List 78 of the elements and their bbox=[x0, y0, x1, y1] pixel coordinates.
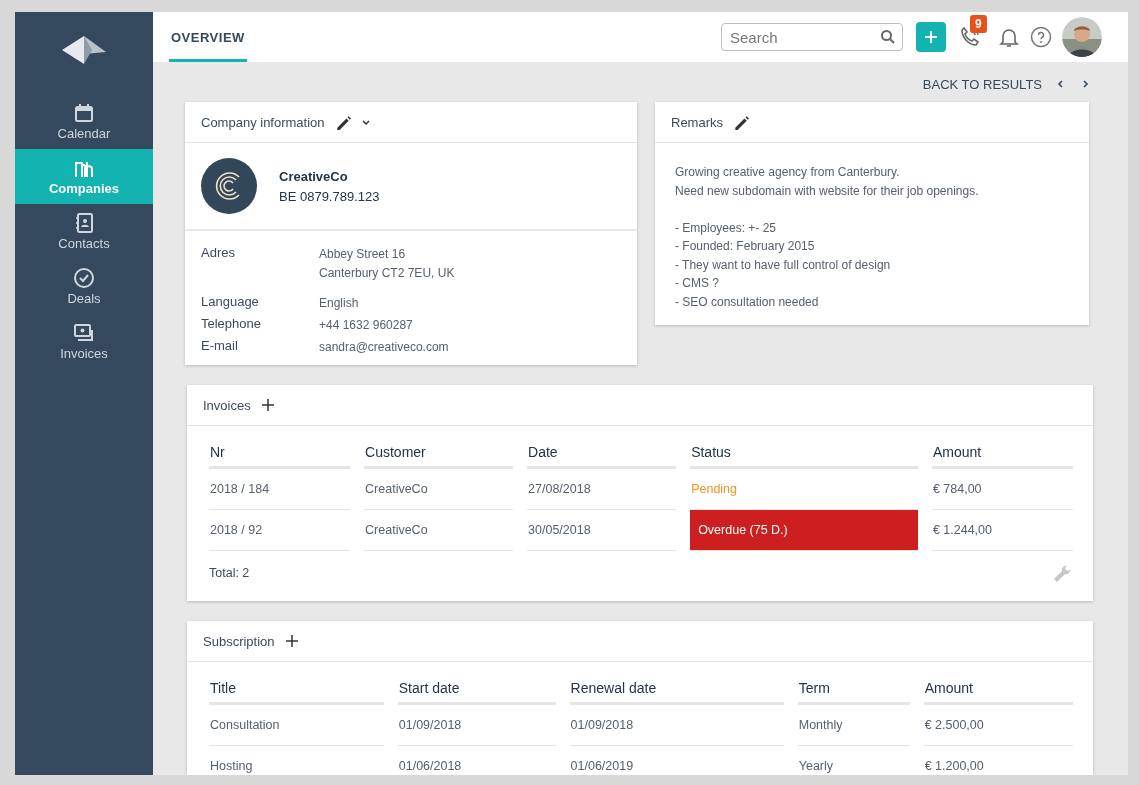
pencil-icon[interactable] bbox=[733, 114, 749, 130]
field-label: E-mail bbox=[201, 338, 239, 355]
vat-number: BE 0879.789.123 bbox=[279, 188, 380, 204]
column-header: Start date bbox=[397, 672, 556, 705]
tab[interactable]: OVERVIEW bbox=[169, 12, 247, 62]
notification-badge: 9 bbox=[970, 15, 987, 33]
table-cell: CreativeCo bbox=[364, 469, 514, 510]
table-cell: 2018 / 184 bbox=[209, 469, 351, 510]
field-value: English bbox=[319, 295, 360, 312]
chevron-down-icon[interactable] bbox=[360, 117, 371, 127]
table-cell: € 1.244,00 bbox=[931, 510, 1073, 551]
plus-icon[interactable] bbox=[260, 398, 275, 412]
card-title: Subscription bbox=[203, 633, 275, 649]
sidebar-item[interactable]: Contacts bbox=[15, 204, 153, 259]
field-label: Telephone bbox=[201, 316, 262, 333]
table-cell: 01/09/2018 bbox=[397, 705, 556, 746]
back-link[interactable]: BACK TO RESULTS bbox=[922, 76, 1042, 92]
field-value: sandra@creativeco.com bbox=[319, 339, 450, 356]
sidebar-item[interactable]: Invoices bbox=[15, 314, 153, 369]
table-cell: 30/05/2018 bbox=[527, 510, 677, 551]
field-value: Abbey Street 16 bbox=[319, 246, 407, 263]
sidebar-item[interactable]: Deals bbox=[15, 259, 153, 314]
chevron-left-icon[interactable] bbox=[1056, 79, 1066, 89]
table-cell: € 2.500,00 bbox=[923, 705, 1073, 746]
plus-icon bbox=[924, 30, 938, 44]
banknote-icon bbox=[73, 322, 95, 344]
table-cell: Hosting bbox=[209, 746, 384, 775]
total-count: Total: 2 bbox=[209, 566, 250, 580]
column-header: Customer bbox=[364, 436, 514, 469]
column-header: Term bbox=[797, 672, 910, 705]
column-header: Renewal date bbox=[569, 672, 784, 705]
field-label: Adres bbox=[201, 245, 236, 262]
company-logo bbox=[201, 158, 257, 214]
table-cell: 2018 / 92 bbox=[209, 510, 351, 551]
remark-line: - Founded: February 2015 bbox=[675, 238, 816, 255]
status-badge: Overdue (75 D.) bbox=[690, 510, 918, 551]
remark-line: - They want to have full control of design bbox=[675, 256, 892, 274]
remark-line: Growing creative agency from Canterbury. bbox=[675, 164, 901, 181]
check-circle-icon bbox=[73, 267, 95, 289]
address-book-icon bbox=[73, 212, 95, 234]
table-cell: € 1.200,00 bbox=[923, 746, 1073, 775]
remark-line: - SEO consultation needed bbox=[675, 293, 820, 311]
help-icon[interactable] bbox=[1030, 26, 1052, 48]
sidebar-item[interactable]: Calendar bbox=[15, 94, 153, 149]
chevron-right-icon[interactable] bbox=[1080, 79, 1090, 89]
card-title: Company information bbox=[201, 114, 325, 130]
table-cell: Monthly bbox=[797, 705, 910, 746]
logo-icon bbox=[62, 36, 106, 64]
add-button[interactable] bbox=[916, 22, 946, 52]
table-cell: 01/06/2019 bbox=[569, 746, 784, 775]
card-title: Remarks bbox=[671, 114, 723, 130]
column-header: Status bbox=[690, 436, 918, 469]
bell-icon[interactable] bbox=[998, 26, 1020, 48]
table-cell: 27/08/2018 bbox=[527, 469, 677, 510]
search-box[interactable]: Search bbox=[721, 23, 903, 51]
column-header: Amount bbox=[931, 436, 1073, 469]
calendar-icon bbox=[73, 102, 95, 124]
remark-line: - CMS ? bbox=[675, 275, 720, 292]
search-icon bbox=[880, 29, 896, 45]
column-header: Amount bbox=[923, 672, 1073, 705]
plus-icon[interactable] bbox=[284, 634, 299, 648]
company-name: CreativeCo bbox=[279, 168, 349, 184]
column-header: Nr bbox=[209, 436, 351, 469]
remark-line: Need new subdomain with website for their job openings. bbox=[675, 182, 980, 200]
field-value: Canterbury CT2 7EU, UK bbox=[319, 265, 456, 282]
table-cell: CreativeCo bbox=[364, 510, 514, 551]
remark-line: - Employees: +- 25 bbox=[675, 219, 778, 237]
card-title: Invoices bbox=[203, 397, 251, 413]
table-cell: Consultation bbox=[209, 705, 384, 746]
table-cell: Yearly bbox=[797, 746, 910, 775]
table-cell: 01/09/2018 bbox=[569, 705, 784, 746]
table-cell: € 784,00 bbox=[931, 469, 1073, 510]
table-cell: 01/06/2018 bbox=[397, 746, 556, 775]
field-label: Language bbox=[201, 294, 260, 311]
pencil-icon[interactable] bbox=[334, 114, 351, 130]
field-value: +44 1632 960287 bbox=[319, 317, 414, 334]
column-header: Date bbox=[527, 436, 677, 469]
column-header: Title bbox=[209, 672, 384, 705]
